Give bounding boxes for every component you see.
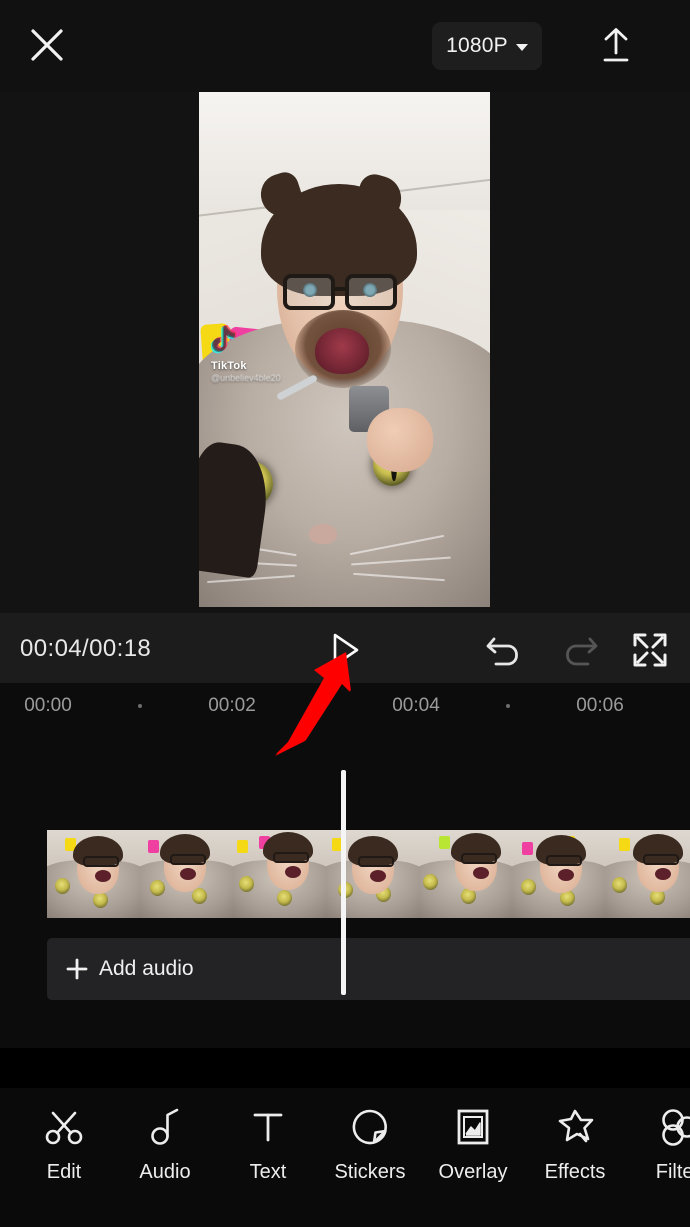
sticker-icon [350,1104,390,1150]
toolbar-item-audio[interactable]: Audio [115,1104,215,1184]
toolbar-item-label: Text [249,1161,287,1183]
undo-button[interactable] [484,632,526,668]
clip-thumbnail[interactable] [419,830,512,918]
text-t-icon [248,1104,288,1150]
toolbar-item-effects[interactable]: Effects [525,1104,625,1184]
ruler-tick-dot [506,704,510,708]
ruler-tick-label: 00:02 [208,695,256,716]
undo-icon [486,637,518,666]
clip-thumbnail[interactable] [47,830,140,918]
add-audio-label: Add audio [99,957,194,980]
fullscreen-icon [633,633,667,667]
ruler-tick-label: 00:00 [24,695,72,716]
toolbar-item-filter[interactable]: Filter [628,1104,690,1184]
ruler-tick-label: 00:06 [576,695,624,716]
watermark-brand: TikTok [211,360,247,372]
clip-thumbnail[interactable] [512,830,605,918]
toolbar-item-stickers[interactable]: Stickers [320,1104,420,1184]
redo-button[interactable] [558,632,600,668]
bottom-toolbar: Edit Audio Text Stickers Overlay Effects Filte… [0,1088,690,1227]
ruler-tick-dot [322,704,326,708]
close-button[interactable] [24,22,70,68]
clip-thumbnail[interactable] [233,830,326,918]
close-icon [31,29,63,61]
video-preview-frame[interactable]: TikTok @unbeliev4ble20 [199,92,490,607]
picture-frame-icon [453,1104,493,1150]
play-button[interactable] [322,630,368,670]
export-button[interactable] [592,20,640,70]
timecode-display: 00:04/00:18 [20,635,152,662]
filter-rings-icon [658,1104,690,1150]
playback-control-bar: 00:04/00:18 [0,613,690,683]
chevron-down-icon [515,43,528,51]
toolbar-item-label: Stickers [334,1161,406,1183]
upload-icon [603,28,629,62]
timeline-panel[interactable]: 00:00 00:02 00:04 00:06 Add audio [0,683,690,1048]
toolbar-item-label: Audio [139,1161,191,1183]
tiktok-watermark: TikTok @unbeliev4ble20 [210,324,311,383]
fullscreen-button[interactable] [632,632,672,668]
toolbar-item-text[interactable]: Text [218,1104,318,1184]
star-sparkle-icon [555,1104,595,1150]
timeline-ruler[interactable]: 00:00 00:02 00:04 00:06 [0,683,690,729]
clip-thumbnail[interactable] [326,830,419,918]
clip-thumbnail[interactable] [140,830,233,918]
toolbar-item-label: Edit [46,1161,82,1183]
toolbar-item-label: Effects [544,1161,606,1183]
watermark-username: @unbeliev4ble20 [211,373,281,383]
video-preview-area[interactable]: TikTok @unbeliev4ble20 [0,92,690,613]
ruler-tick-label: 00:04 [392,695,440,716]
plus-icon [66,958,88,980]
music-note-icon [210,325,237,354]
toolbar-item-label: Filter [655,1161,690,1183]
scissors-icon [44,1104,84,1150]
music-note-icon [145,1104,185,1150]
play-icon [333,633,359,667]
video-editor-screen: 1080P TikTok @unbeliev4ble20 00:04/00:18… [0,0,690,1227]
toolbar-item-overlay[interactable]: Overlay [423,1104,523,1184]
toolbar-item-label: Overlay [438,1161,508,1183]
ruler-tick-dot [138,704,142,708]
playhead[interactable] [341,770,346,995]
toolbar-item-edit[interactable]: Edit [14,1104,114,1184]
top-bar: 1080P [0,0,690,92]
resolution-label: 1080P [446,34,508,57]
video-clip-track[interactable] [47,830,690,918]
resolution-dropdown-button[interactable]: 1080P [432,22,542,70]
redo-icon [566,637,598,666]
clip-thumbnail[interactable] [605,830,690,918]
add-audio-track[interactable]: Add audio [47,938,690,1000]
